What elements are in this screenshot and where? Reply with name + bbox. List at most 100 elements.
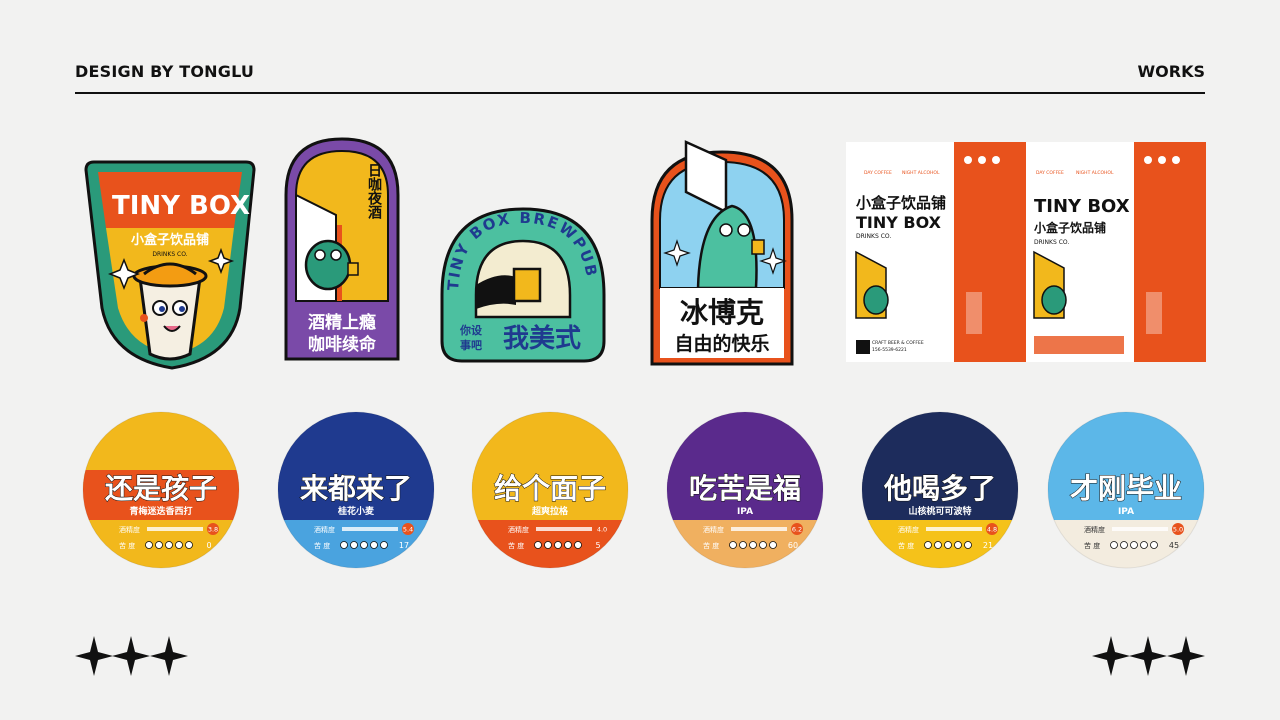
bitterness-label: 苦 度: [119, 541, 135, 550]
abv-value: 3.8: [208, 526, 218, 534]
pkg-phone-text: 156-5539-6221: [872, 347, 907, 353]
bitterness-value: 17: [399, 541, 409, 550]
bitterness-value: 0: [206, 541, 211, 550]
bitterness-value: 45: [1169, 541, 1179, 550]
packaging-dieline: DAY COFFEE NIGHT ALCOHOL 小盒子饮品铺 TINY BOX…: [846, 142, 1206, 362]
shield-sub-text: DRINKS CO.: [152, 251, 187, 258]
hop-icon: [924, 541, 932, 549]
header-divider: [75, 92, 1205, 94]
hop-icon: [175, 541, 183, 549]
coaster-title: 他喝多了: [883, 472, 996, 505]
hop-icon: [574, 541, 582, 549]
sticker-brewpub-badge: TINY BOX BREWPUB 你设 事吧 我美式: [440, 207, 606, 363]
coaster-subtitle: 山核桃可可波特: [908, 505, 971, 517]
pkg-tagline-left: DAY COFFEE: [864, 170, 892, 176]
hop-icon: [564, 541, 572, 549]
abv-label: 酒精度: [703, 525, 724, 534]
coaster-title: 吃苦是福: [689, 472, 801, 505]
star-icon: [1092, 636, 1205, 676]
stripe-pattern: [966, 292, 982, 334]
abv-value: 4.0: [597, 526, 607, 534]
coaster-title: 给个面子: [494, 472, 606, 505]
pkg2-name-text: 小盒子饮品铺: [1034, 220, 1106, 235]
bitterness-label: 苦 度: [898, 541, 914, 550]
hop-icon: [360, 541, 368, 549]
badge-small1-text: 你设: [459, 323, 483, 337]
hop-icon: [769, 541, 777, 549]
pkg2-logo-text: TINY BOX: [1034, 196, 1130, 217]
dragon-character-icon: [863, 285, 889, 315]
arch-vertical-text: 日咖夜酒: [366, 163, 383, 220]
checker-pattern: [1034, 336, 1124, 354]
bitterness-value: 60: [788, 541, 798, 550]
shield-logo-text: TINY BOX: [112, 191, 250, 221]
arch-line2-text: 咖啡续命: [308, 334, 377, 355]
abv-label: 酒精度: [1084, 525, 1105, 534]
hop-icon: [964, 541, 972, 549]
section-title: WORKS: [1137, 62, 1206, 81]
abv-meter: [147, 527, 203, 531]
coaster-subtitle: 桂花小麦: [337, 505, 375, 517]
bitterness-label: 苦 度: [1084, 541, 1100, 550]
coaster-subtitle: 超爽拉格: [531, 505, 569, 517]
hop-icon: [1130, 541, 1138, 549]
bitterness-label: 苦 度: [703, 541, 719, 550]
coaster-title: 来都来了: [300, 472, 412, 505]
hop-icon: [165, 541, 173, 549]
abv-meter: [926, 527, 982, 531]
dragon-character-icon: [1041, 285, 1067, 315]
hop-icon: [934, 541, 942, 549]
arch-line1-text: 酒精上瘾: [308, 312, 376, 333]
hop-icon: [554, 541, 562, 549]
hop-icon: [1110, 541, 1118, 549]
hop-icon: [544, 541, 552, 549]
hop-icon: [944, 541, 952, 549]
star-icon: [75, 636, 188, 676]
coaster: 还是孩子青梅迷迭香西打酒精度 3.8 苦 度 0: [82, 411, 240, 569]
sticker-arch-coffee: 日咖夜酒 酒精上瘾 咖啡续命: [284, 137, 400, 361]
designer-credit: DESIGN BY TONGLU: [75, 62, 255, 81]
abv-value: 6.2: [792, 526, 802, 534]
hop-icon: [350, 541, 358, 549]
abv-value: 5.4: [403, 526, 413, 534]
hop-icon: [534, 541, 542, 549]
coaster-subtitle: IPA: [737, 507, 753, 517]
hop-icon: [185, 541, 193, 549]
coaster-subtitle: 青梅迷迭香西打: [129, 505, 192, 517]
pkg-footer-text: CRAFT BEER & COFFEE: [872, 340, 924, 346]
abv-label: 酒精度: [314, 525, 335, 534]
abv-meter: [342, 527, 398, 531]
coaster-subtitle: IPA: [1118, 507, 1134, 517]
sticker-ice-bock: 冰博克 自由的快乐: [650, 140, 794, 366]
hop-icon: [1140, 541, 1148, 549]
hop-icon: [340, 541, 348, 549]
hop-icon: [739, 541, 747, 549]
pkg-tagline-right: NIGHT ALCOHOL: [902, 170, 940, 176]
abv-meter: [536, 527, 592, 531]
hop-icon: [954, 541, 962, 549]
beer-glass-icon: [512, 267, 542, 303]
qr-code-icon: [856, 340, 870, 354]
coaster-title: 还是孩子: [105, 472, 217, 505]
hop-icon: [155, 541, 163, 549]
pkg2-tagline-left: DAY COFFEE: [1036, 170, 1064, 176]
bitterness-label: 苦 度: [508, 541, 524, 550]
abv-meter: [1112, 527, 1168, 531]
abv-meter: [731, 527, 787, 531]
hop-icon: [759, 541, 767, 549]
pkg-sub-text: DRINKS CO.: [856, 233, 891, 240]
stars-decoration-left: [75, 636, 188, 676]
coaster: 他喝多了山核桃可可波特酒精度 4.8 苦 度 21: [861, 411, 1019, 569]
stripe-pattern: [1146, 292, 1162, 334]
abv-label: 酒精度: [119, 525, 140, 534]
pkg-name-text: 小盒子饮品铺: [856, 194, 946, 212]
hop-icon: [729, 541, 737, 549]
pkg2-sub-text: DRINKS CO.: [1034, 239, 1069, 246]
pkg2-tagline-right: NIGHT ALCOHOL: [1076, 170, 1114, 176]
bitterness-label: 苦 度: [314, 541, 330, 550]
coaster: 才刚毕业 IPA 酒精度 5.0 苦 度 45: [1047, 411, 1205, 569]
hop-icon: [1120, 541, 1128, 549]
abv-label: 酒精度: [508, 525, 529, 534]
pkg-logo-text: TINY BOX: [856, 213, 942, 232]
coaster: 给个面子超爽拉格酒精度 4.0 苦 度 5: [471, 411, 629, 569]
